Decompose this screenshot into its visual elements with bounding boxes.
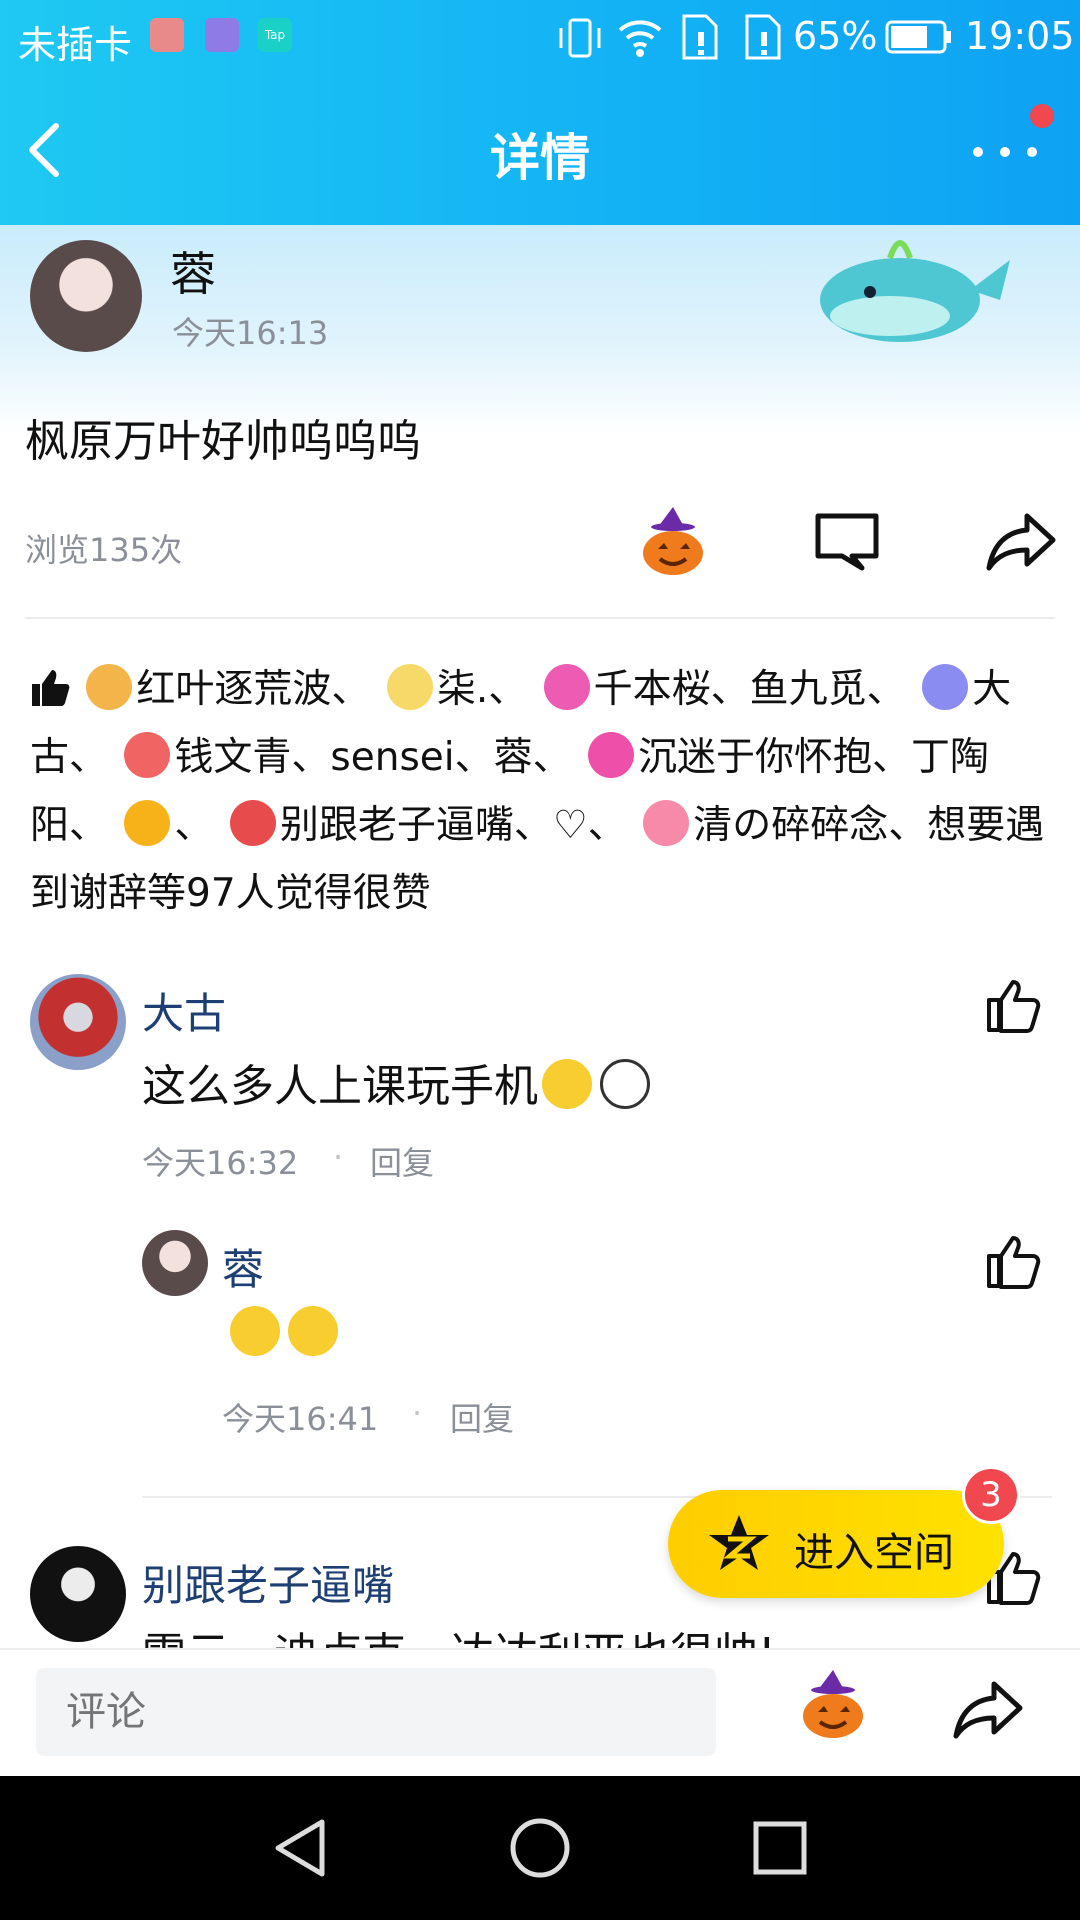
nav-recents-icon[interactable]	[750, 1818, 810, 1878]
comment-icon[interactable]	[812, 510, 882, 572]
reply-emojis	[226, 1306, 342, 1356]
reply-time: 今天16:41	[222, 1400, 379, 1438]
like-comment-icon[interactable]	[985, 978, 1041, 1034]
battery-percent: 65%	[793, 14, 878, 58]
orange-badge-icon	[124, 800, 171, 846]
taptap-app-icon: Tap	[258, 18, 292, 52]
badge-icon	[922, 664, 969, 710]
reply-avatar[interactable]	[142, 1230, 208, 1296]
likes-list: 红叶逐荒波、 柒.、 千本桜、鱼九觅、 大古、 钱文青、sensei、蓉、 沉迷…	[30, 656, 1060, 928]
sim-alert-icon-2	[745, 14, 781, 60]
dot-separator: ·	[412, 1394, 423, 1432]
commenter-name[interactable]: 别跟老子逼嘴	[142, 1552, 394, 1613]
title-bar: 未插卡 Tap 65% 19:05 详情	[0, 0, 1080, 225]
whale-decoration	[820, 240, 1010, 342]
liker-name[interactable]: 红叶逐荒波、	[136, 667, 370, 712]
liker-name[interactable]: 柒.、	[437, 667, 527, 712]
star-badge-icon	[588, 732, 635, 778]
nav-back-icon[interactable]	[270, 1816, 330, 1880]
commenter-name[interactable]: 大古	[142, 980, 226, 1041]
comment-bar	[0, 1648, 1080, 1778]
liker-name: 、	[174, 803, 214, 848]
paw-badge-icon	[643, 800, 690, 846]
share-icon[interactable]	[985, 510, 1057, 572]
comment-text: 雷云、迪卢克、达达利亚也很帅!	[142, 1618, 776, 1648]
enter-space-button[interactable]: 进入空间	[668, 1490, 1004, 1598]
space-badge: 3	[962, 1466, 1020, 1524]
notification-dot	[1030, 104, 1054, 128]
sim-alert-icon	[682, 14, 718, 60]
paw-badge-icon	[229, 800, 276, 846]
carrier-label: 未插卡	[18, 23, 133, 67]
grin-emoji-icon	[600, 1059, 650, 1109]
clock: 19:05	[965, 14, 1075, 58]
nav-home-icon[interactable]	[508, 1816, 572, 1880]
wifi-icon	[618, 20, 662, 57]
author-avatar[interactable]	[30, 240, 142, 352]
commenter-avatar[interactable]	[30, 974, 126, 1070]
page-title: 详情	[490, 129, 590, 187]
liker-name[interactable]: 别跟老子逼嘴、♡、	[280, 803, 627, 848]
reply-link[interactable]: 回复	[370, 1138, 434, 1184]
gallery-app-icon	[205, 18, 239, 52]
comment-input[interactable]	[36, 1668, 716, 1756]
reply-link[interactable]: 回复	[450, 1394, 514, 1440]
dot-separator: ·	[333, 1138, 344, 1176]
reply-author[interactable]: 蓉	[222, 1236, 264, 1297]
pumpkin-like-icon[interactable]	[640, 505, 706, 577]
like-reply-icon[interactable]	[985, 1234, 1041, 1290]
share-icon[interactable]	[952, 1678, 1024, 1740]
battery-icon	[885, 20, 951, 54]
system-nav-bar	[0, 1776, 1080, 1920]
heart-badge-icon	[124, 732, 171, 778]
badge-icon	[543, 664, 590, 710]
comment-time: 今天16:32	[142, 1144, 299, 1182]
smirk-emoji-icon	[542, 1059, 592, 1109]
view-count: 浏览135次	[25, 531, 183, 569]
post-header-banner	[0, 225, 1080, 435]
qzone-star-icon	[709, 1515, 769, 1570]
divider	[25, 617, 1055, 619]
post-content: 枫原万叶好帅呜呜呜	[25, 416, 421, 467]
grimace-emoji-icon	[230, 1306, 280, 1356]
commenter-avatar[interactable]	[30, 1546, 126, 1642]
liker-name[interactable]: 钱文青、sensei、蓉、	[174, 735, 571, 780]
smirk-emoji-icon	[288, 1306, 338, 1356]
pumpkin-like-icon[interactable]	[800, 1668, 866, 1740]
more-options-icon[interactable]	[970, 140, 1040, 164]
author-name[interactable]: 蓉	[170, 238, 216, 304]
enter-space-label: 进入空间	[794, 1530, 954, 1576]
vibrate-icon	[559, 18, 601, 58]
liker-name[interactable]: 千本桜、鱼九觅、	[594, 667, 906, 712]
thumbs-up-filled-icon	[32, 670, 70, 706]
badge-icon	[386, 664, 433, 710]
comment-text-clip: 雷云、迪卢克、达达利亚也很帅!	[142, 1618, 1022, 1648]
comment-text: 这么多人上课玩手机	[142, 1050, 654, 1114]
mail-app-icon	[150, 18, 184, 52]
badge-icon	[86, 664, 133, 710]
post-time: 今天16:13	[172, 314, 329, 352]
